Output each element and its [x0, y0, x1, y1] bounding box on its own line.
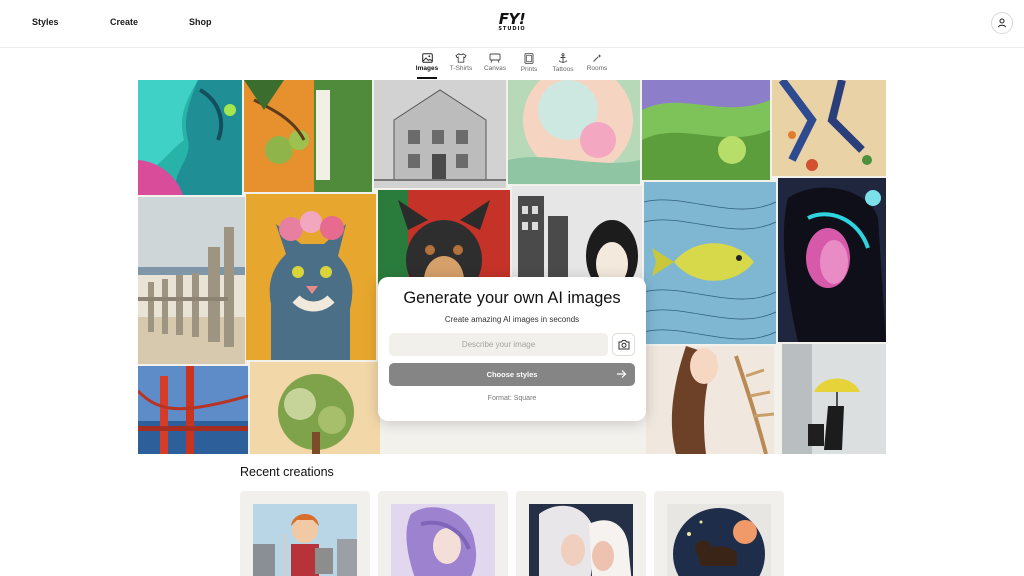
gallery-image-pastel-orb: [508, 80, 640, 184]
recent-card-knight[interactable]: [240, 491, 370, 576]
gallery-image-umbrella: [782, 344, 886, 454]
gallery-image-sketch-house: [374, 80, 506, 188]
gallery-image-flower-cat: [246, 194, 376, 360]
generator-card: Generate your own AI images Create amazi…: [378, 277, 646, 421]
canvas-icon: [489, 53, 501, 63]
tshirt-icon: [455, 53, 467, 63]
category-tabs: Images T-Shirts Canvas Prints Tattoos Ro…: [0, 53, 1024, 79]
recent-card-couple[interactable]: [516, 491, 646, 576]
recent-creations-title: Recent creations: [240, 465, 334, 479]
choose-styles-label: Choose styles: [486, 370, 538, 379]
gallery-image-green-hills: [642, 80, 770, 180]
arrow-right-icon: [617, 370, 627, 378]
rooms-icon: [592, 54, 601, 62]
nav-shop[interactable]: Shop: [189, 17, 212, 27]
describe-image-input[interactable]: [389, 333, 608, 356]
prints-icon: [524, 53, 534, 64]
recent-image-couple: [529, 504, 633, 576]
recent-card-dachshund[interactable]: [654, 491, 784, 576]
user-account-button[interactable]: [991, 12, 1013, 34]
tattoo-icon: [558, 53, 568, 63]
camera-icon: [618, 340, 629, 350]
nav-styles[interactable]: Styles: [32, 17, 59, 27]
logo[interactable]: FY! STUDIO: [497, 12, 527, 36]
gallery-image-teal-face: [138, 80, 242, 195]
recent-image-purple-hair: [391, 504, 495, 576]
tab-rooms[interactable]: Rooms: [577, 53, 617, 72]
image-icon: [421, 53, 433, 63]
gallery-image-neon-woman: [778, 178, 886, 342]
gallery-image-beach-fence: [138, 197, 245, 364]
user-icon: [998, 18, 1006, 28]
choose-styles-button[interactable]: Choose styles: [389, 363, 635, 386]
logo-sub: STUDIO: [498, 26, 526, 32]
nav-create[interactable]: Create: [110, 17, 138, 27]
recent-card-purple-hair[interactable]: [378, 491, 508, 576]
tab-label: Rooms: [586, 65, 608, 72]
gallery-image-golden-gate: [138, 366, 248, 454]
gallery-image-long-hair: [646, 346, 774, 454]
gallery-image-blue-figures: [772, 80, 886, 176]
gallery-image-tree: [250, 362, 380, 454]
logo-main: FY!: [498, 10, 526, 28]
upload-photo-button[interactable]: [612, 333, 635, 356]
gallery-image-orange-tower: [244, 80, 372, 192]
gallery-image-fish-pattern: [644, 182, 776, 344]
format-selector[interactable]: Format: Square: [378, 395, 646, 402]
generator-subtitle: Create amazing AI images in seconds: [444, 315, 580, 324]
site-header: Styles Create Shop FY! STUDIO: [0, 0, 1024, 48]
recent-image-dachshund: [667, 504, 771, 576]
generator-title: Generate your own AI images: [403, 289, 621, 307]
recent-image-knight: [253, 504, 357, 576]
